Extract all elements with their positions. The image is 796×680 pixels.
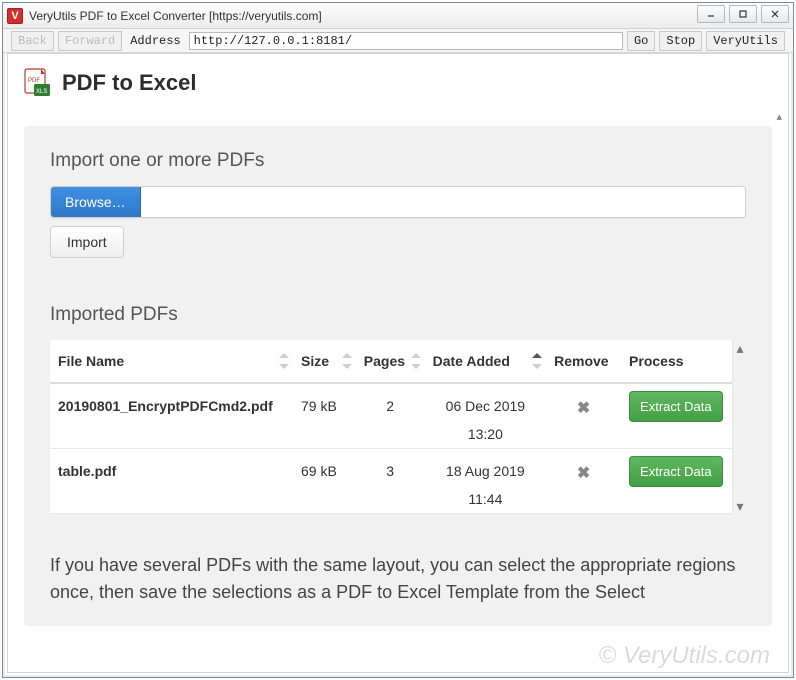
main-panel: Import one or more PDFs Browse… Import I…: [24, 126, 772, 626]
table-row: 20190801_EncryptPDFCmd2.pdf 79 kB 2 06 D…: [50, 383, 732, 449]
cell-date: 06 Dec 2019 13:20: [425, 383, 547, 449]
content-frame: ▴ PDF XLS PDF to Excel Import one or mor…: [7, 53, 789, 673]
col-process: Process: [621, 340, 732, 383]
extract-data-button[interactable]: Extract Data: [629, 456, 723, 487]
col-date-added[interactable]: Date Added: [425, 340, 547, 383]
scroll-up-icon[interactable]: ▴: [733, 340, 747, 356]
page-heading: PDF XLS PDF to Excel: [24, 68, 772, 98]
cell-pages: 2: [356, 383, 425, 449]
sort-icon: [532, 353, 542, 369]
window-buttons: [697, 5, 789, 23]
pdf-to-excel-icon: PDF XLS: [24, 68, 52, 98]
maximize-button[interactable]: [729, 5, 757, 23]
col-pages[interactable]: Pages: [356, 340, 425, 383]
sort-icon: [411, 353, 421, 369]
window-frame: V VeryUtils PDF to Excel Converter [http…: [2, 2, 794, 678]
remove-icon[interactable]: ✖: [577, 400, 590, 417]
imported-table: File Name Size Pages Date Added Remove P…: [50, 340, 732, 514]
app-icon: V: [7, 8, 23, 24]
cell-process: Extract Data: [621, 383, 732, 449]
col-size[interactable]: Size: [293, 340, 356, 383]
svg-text:PDF: PDF: [28, 78, 40, 84]
import-button[interactable]: Import: [50, 226, 124, 258]
cell-pages: 3: [356, 449, 425, 514]
col-remove: Remove: [546, 340, 621, 383]
cell-file-name: table.pdf: [50, 449, 293, 514]
import-section-title: Import one or more PDFs: [50, 150, 746, 172]
page-title: PDF to Excel: [62, 70, 196, 96]
page: PDF XLS PDF to Excel Import one or more …: [8, 54, 788, 672]
address-input[interactable]: [189, 32, 623, 50]
cell-process: Extract Data: [621, 449, 732, 514]
svg-text:XLS: XLS: [36, 89, 47, 95]
imported-table-wrap: File Name Size Pages Date Added Remove P…: [50, 340, 746, 514]
address-label: Address: [130, 34, 180, 48]
col-file-name[interactable]: File Name: [50, 340, 293, 383]
cell-file-name: 20190801_EncryptPDFCmd2.pdf: [50, 383, 293, 449]
cell-remove: ✖: [546, 449, 621, 514]
window-title: VeryUtils PDF to Excel Converter [https:…: [29, 9, 322, 23]
imported-section-title: Imported PDFs: [50, 304, 746, 326]
footer-hint: If you have several PDFs with the same l…: [50, 552, 746, 606]
cell-date: 18 Aug 2019 11:44: [425, 449, 547, 514]
titlebar: V VeryUtils PDF to Excel Converter [http…: [3, 3, 793, 29]
back-button[interactable]: Back: [11, 31, 54, 51]
sort-icon: [279, 353, 289, 369]
extract-data-button[interactable]: Extract Data: [629, 391, 723, 422]
veryutils-button[interactable]: VeryUtils: [706, 31, 785, 51]
scroll-up-icon: ▴: [776, 110, 782, 123]
remove-icon[interactable]: ✖: [577, 465, 590, 482]
browser-toolbar: Back Forward Address Go Stop VeryUtils: [3, 29, 793, 53]
file-path-input[interactable]: [141, 187, 745, 217]
table-scrollbar[interactable]: ▴ ▾: [732, 340, 746, 514]
cell-size: 69 kB: [293, 449, 356, 514]
cell-size: 79 kB: [293, 383, 356, 449]
forward-button[interactable]: Forward: [58, 31, 122, 51]
table-header-row: File Name Size Pages Date Added Remove P…: [50, 340, 732, 383]
table-row: table.pdf 69 kB 3 18 Aug 2019 11:44 ✖: [50, 449, 732, 514]
cell-remove: ✖: [546, 383, 621, 449]
sort-icon: [342, 353, 352, 369]
file-picker-row: Browse…: [50, 186, 746, 218]
stop-button[interactable]: Stop: [659, 31, 702, 51]
go-button[interactable]: Go: [627, 31, 655, 51]
browse-button[interactable]: Browse…: [51, 187, 141, 217]
scroll-down-icon[interactable]: ▾: [733, 498, 747, 514]
minimize-button[interactable]: [697, 5, 725, 23]
close-button[interactable]: [761, 5, 789, 23]
